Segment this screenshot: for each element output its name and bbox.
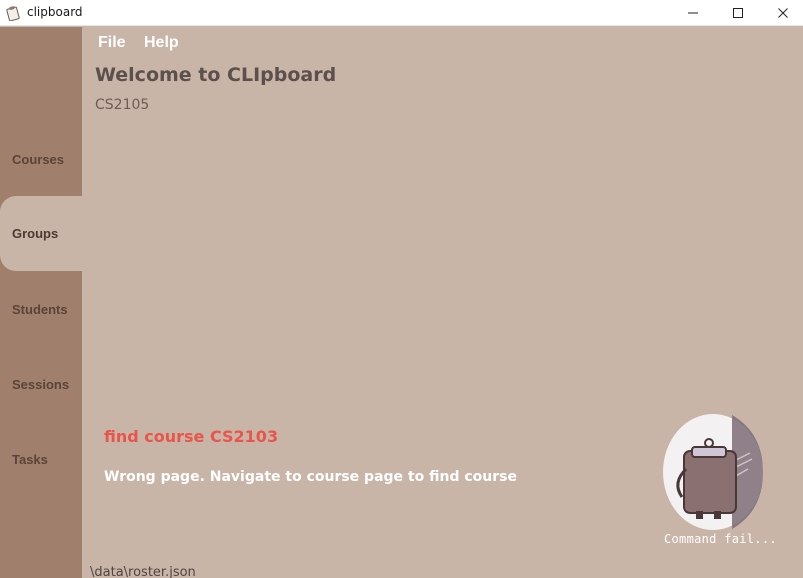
sidebar-item-label: Sessions: [12, 377, 70, 392]
sidebar-item-students[interactable]: Students: [0, 272, 82, 347]
sidebar-item-groups[interactable]: Groups: [0, 196, 82, 271]
menu-bar: File Help: [82, 27, 803, 57]
close-button[interactable]: [760, 0, 803, 26]
menu-file[interactable]: File: [98, 34, 126, 52]
sidebar: Courses Groups Students Sessions Tasks: [0, 27, 82, 578]
status-file-path: \data\roster.json: [90, 565, 196, 578]
sidebar-item-label: Tasks: [12, 452, 48, 467]
sidebar-item-sessions[interactable]: Sessions: [0, 347, 82, 422]
sidebar-item-courses[interactable]: Courses: [0, 122, 82, 197]
maximize-icon: [732, 4, 744, 23]
sidebar-item-label: Groups: [12, 226, 59, 241]
page-title: Welcome to CLIpboard: [95, 64, 337, 86]
clipboard-icon: [5, 5, 21, 22]
mascot-caption: Command fail...: [664, 532, 777, 546]
window-titlebar: clipboard: [0, 0, 803, 26]
page-subtitle: CS2105: [95, 97, 150, 113]
close-icon: [777, 4, 789, 23]
minimize-button[interactable]: [670, 0, 716, 26]
command-echo: find course CS2103: [104, 427, 279, 446]
sidebar-item-label: Courses: [12, 152, 65, 167]
clipboard-mascot-icon: [662, 413, 764, 531]
result-message: Wrong page. Navigate to course page to f…: [104, 469, 517, 485]
minimize-icon: [687, 4, 699, 23]
sidebar-item-label: Students: [12, 302, 68, 317]
maximize-button[interactable]: [715, 0, 761, 26]
sidebar-item-tasks[interactable]: Tasks: [0, 422, 82, 497]
menu-help[interactable]: Help: [144, 34, 179, 52]
window-title: clipboard: [27, 5, 83, 19]
